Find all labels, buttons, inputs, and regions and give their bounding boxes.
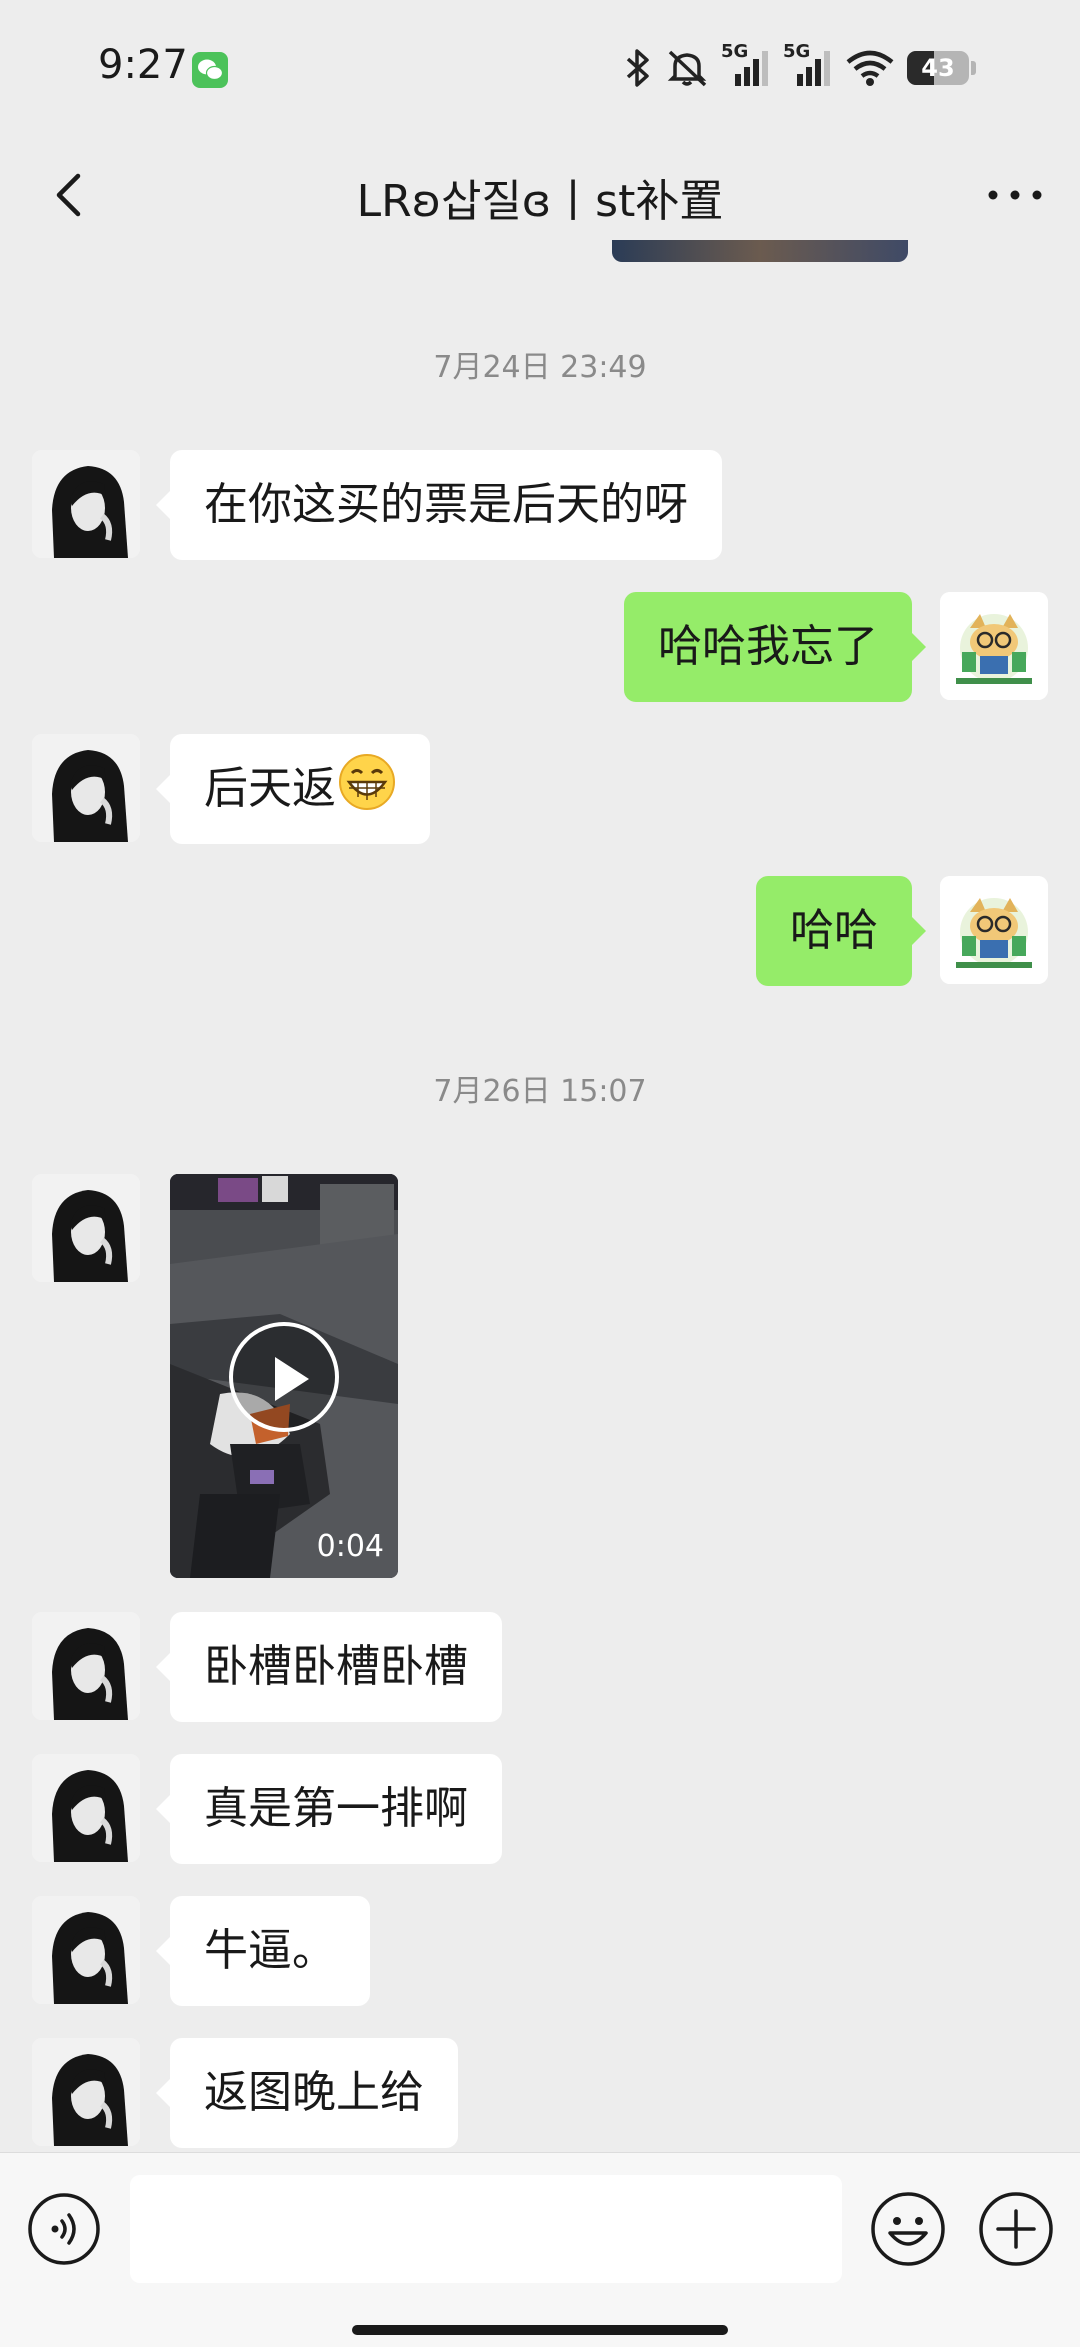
voice-button[interactable]: [26, 2191, 102, 2267]
message-bubble-incoming[interactable]: 牛逼。: [156, 1896, 370, 2006]
status-icons: 5G 5G 43: [623, 41, 976, 90]
emoji-button[interactable]: [868, 2189, 948, 2269]
voice-icon: [28, 2193, 100, 2265]
signal-icon: 5G: [721, 41, 771, 89]
battery-icon: 43: [907, 51, 969, 85]
contact-avatar[interactable]: [32, 1896, 140, 2004]
home-indicator: [352, 2325, 728, 2335]
message-bubble-outgoing[interactable]: 哈哈: [756, 876, 926, 986]
video-duration: 0:04: [316, 1529, 384, 1564]
message-input[interactable]: [130, 2175, 842, 2283]
message-text: 后天返: [204, 763, 336, 814]
message-text: 在你这买的票是后天的呀: [204, 479, 688, 530]
chevron-left-icon: [56, 173, 81, 217]
message-bubble-outgoing[interactable]: 哈哈我忘了: [624, 592, 926, 702]
message-bubble-incoming[interactable]: 后天返: [156, 734, 430, 844]
message-text: 哈哈: [790, 905, 878, 956]
wechat-chat-screen: 9:27 5G 5G 43 LRʚ삽질ɞ丨st补置 7月24日 23:49 在你…: [0, 0, 1080, 2347]
previous-media-message[interactable]: [612, 240, 908, 262]
status-bar: 9:27 5G 5G 43: [0, 0, 1080, 130]
contact-avatar[interactable]: [32, 1174, 140, 1282]
my-avatar[interactable]: [940, 876, 1048, 984]
contact-avatar[interactable]: [32, 1754, 140, 1862]
message-bubble-incoming[interactable]: 返图晚上给: [156, 2038, 458, 2148]
message-text: 真是第一排啊: [204, 1783, 468, 1834]
plus-icon: [979, 2192, 1053, 2266]
status-time: 9:27: [98, 42, 188, 88]
wifi-icon: [846, 50, 894, 86]
timestamp: 7月26日 15:07: [433, 1074, 647, 1109]
back-button[interactable]: [36, 160, 106, 230]
battery-tip: [971, 61, 976, 75]
message-text: 卧槽卧槽卧槽: [204, 1641, 468, 1692]
signal-icon-2: 5G: [783, 41, 833, 89]
timestamp: 7月24日 23:49: [433, 350, 647, 385]
bluetooth-icon: [626, 49, 649, 87]
battery-level: 43: [921, 54, 955, 82]
emoji-icon: [871, 2192, 945, 2266]
grinning-face-emoji-icon: [339, 754, 395, 810]
wechat-icon: [192, 52, 228, 88]
message-text: 返图晚上给: [204, 2067, 424, 2118]
chat-title: LRʚ삽질ɞ丨st补置: [356, 176, 724, 227]
more-dots-icon: [988, 190, 1042, 200]
chat-messages[interactable]: 7月24日 23:49 在你这买的票是后天的呀 哈哈我忘了 后天返 哈哈 7月2…: [0, 262, 1080, 2152]
message-text: 哈哈我忘了: [658, 621, 878, 672]
more-button[interactable]: [980, 160, 1050, 230]
message-bubble-incoming[interactable]: 真是第一排啊: [156, 1754, 502, 1864]
play-icon[interactable]: [229, 1322, 339, 1432]
message-bubble-incoming[interactable]: 在你这买的票是后天的呀: [156, 450, 722, 560]
contact-avatar[interactable]: [32, 2038, 140, 2146]
message-text: 牛逼。: [204, 1925, 336, 1976]
contact-avatar[interactable]: [32, 1612, 140, 1720]
nav-bar: LRʚ삽질ɞ丨st补置: [0, 130, 1080, 260]
more-functions-button[interactable]: [976, 2189, 1056, 2269]
my-avatar[interactable]: [940, 592, 1048, 700]
message-bubble-incoming[interactable]: 卧槽卧槽卧槽: [156, 1612, 502, 1722]
mute-icon: [667, 50, 707, 87]
video-message[interactable]: 0:04: [170, 1174, 398, 1578]
input-bar: [0, 2152, 1080, 2347]
contact-avatar[interactable]: [32, 734, 140, 842]
contact-avatar[interactable]: [32, 450, 140, 558]
